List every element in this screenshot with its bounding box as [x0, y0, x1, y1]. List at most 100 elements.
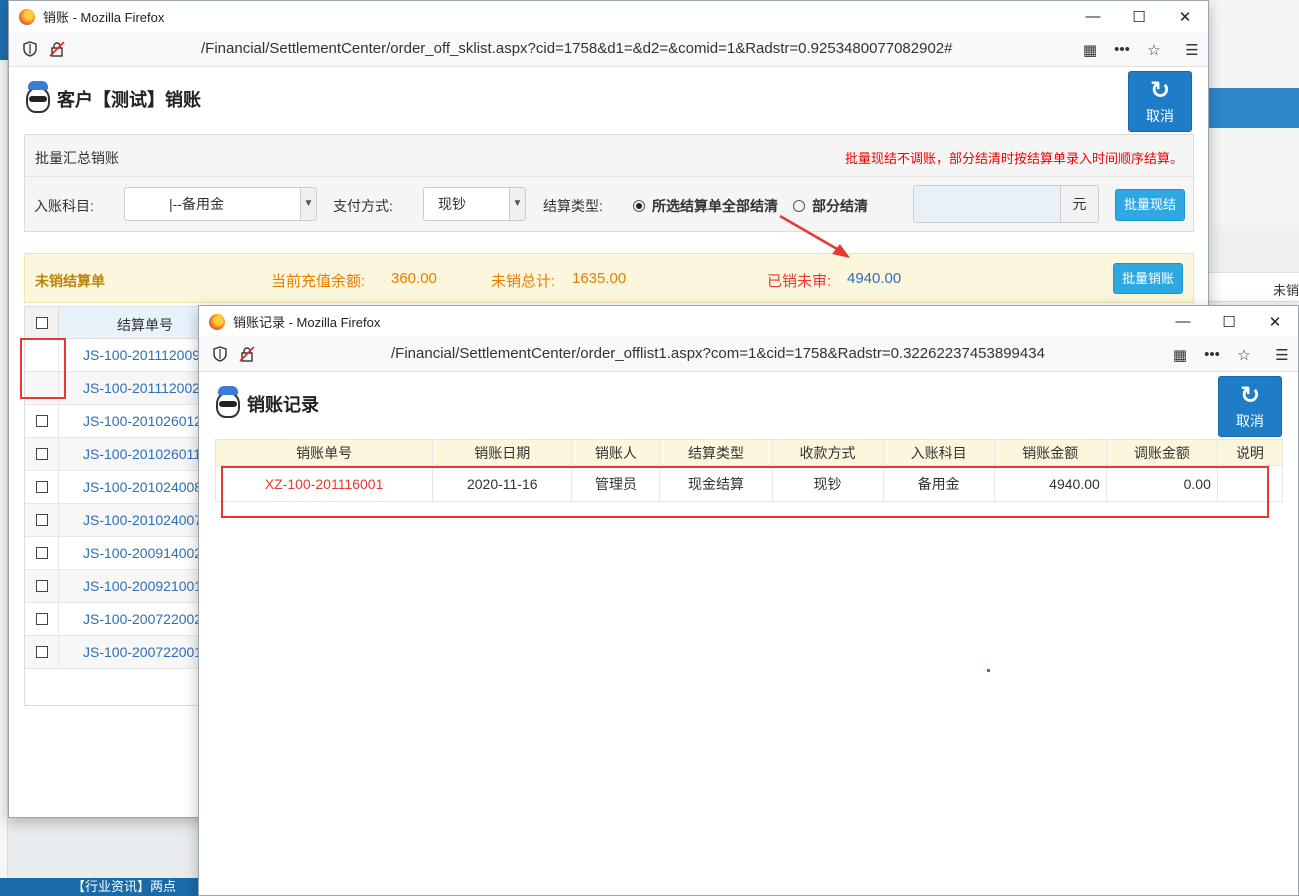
column-header: 销账单号	[214, 439, 434, 466]
popup-titlebar: 销账记录 - Mozilla Firefox — ☐ ✕	[199, 306, 1298, 337]
close-icon[interactable]: ✕	[1252, 306, 1298, 337]
row-checkbox[interactable]	[36, 580, 48, 592]
popup-navbar: /Financial/SettlementCenter/order_offlis…	[199, 337, 1298, 372]
bookmark-star-icon[interactable]: ☆	[1138, 41, 1170, 59]
more-icon[interactable]: •••	[1196, 346, 1228, 363]
row-checkbox[interactable]	[36, 613, 48, 625]
cancel-button[interactable]: ↻ 取消	[1128, 71, 1192, 132]
table-row: JS-100-200722001	[25, 636, 210, 669]
select-all-checkbox[interactable]	[36, 317, 48, 329]
column-header: 销账人	[571, 439, 661, 466]
settlement-number-link[interactable]: JS-100-200921001	[83, 578, 202, 594]
page-title: 客户【测试】销账	[23, 81, 201, 117]
amount-unit: 元	[1060, 186, 1098, 222]
maximize-icon[interactable]: ☐	[1116, 1, 1162, 32]
summary-bar: 未销结算单 当前充值余额: 360.00 未销总计: 1635.00 已销未审:…	[24, 253, 1194, 303]
popup-page-title: 销账记录	[213, 386, 319, 422]
red-dot	[987, 669, 990, 672]
balance-label: 当前充值余额:	[271, 273, 366, 290]
popup-cancel-button[interactable]: ↻ 取消	[1218, 376, 1282, 437]
minimize-icon[interactable]: —	[1070, 1, 1116, 32]
row-checkbox[interactable]	[36, 547, 48, 559]
window-controls: — ☐ ✕	[1070, 1, 1208, 32]
firefox-icon	[19, 8, 35, 25]
table-header: 结算单号	[25, 307, 210, 339]
shield-icon[interactable]	[23, 41, 37, 57]
settlement-number-link[interactable]: JS-100-201026012	[83, 413, 202, 429]
table-row: JS-100-200914002	[25, 537, 210, 570]
settlement-number-link[interactable]: JS-100-200722002	[83, 611, 202, 627]
row-checkbox[interactable]	[36, 646, 48, 658]
batch-writeoff-button[interactable]: 批量销账	[1113, 263, 1183, 294]
cow-logo-icon	[23, 81, 53, 117]
settlement-number-link[interactable]: JS-100-201024008	[83, 479, 202, 495]
radio-selected-icon	[633, 200, 645, 212]
maximize-icon[interactable]: ☐	[1206, 306, 1252, 337]
table-row: JS-100-201026012	[25, 405, 210, 438]
popup-window-title: 销账记录 - Mozilla Firefox	[233, 315, 381, 330]
qr-code-icon[interactable]: ▦	[1074, 41, 1106, 59]
payment-select[interactable]: 现钞 ▼	[423, 187, 526, 221]
insecure-lock-icon[interactable]	[239, 346, 255, 362]
header-number: 结算单号	[117, 317, 173, 333]
table-row: JS-100-200921001	[25, 570, 210, 603]
batch-cash-button[interactable]: 批量现结	[1115, 189, 1185, 221]
column-header: 收款方式	[771, 439, 884, 466]
more-icon[interactable]: •••	[1106, 41, 1138, 58]
menu-icon[interactable]: ☰	[1266, 346, 1298, 364]
qr-code-icon[interactable]: ▦	[1164, 346, 1196, 364]
settlement-number-link[interactable]: JS-100-201112009	[83, 347, 200, 363]
undo-icon: ↻	[1149, 77, 1171, 104]
account-label: 入账科目:	[34, 198, 94, 214]
unsettled-heading: 未销结算单	[35, 273, 105, 289]
account-select[interactable]: |--备用金 ▼	[124, 187, 317, 221]
popup-browser-window: 销账记录 - Mozilla Firefox — ☐ ✕ /Financial/…	[198, 305, 1299, 896]
row-checkbox[interactable]	[36, 448, 48, 460]
firefox-icon	[209, 313, 225, 330]
popup-page-title-text: 销账记录	[247, 395, 319, 415]
shield-icon[interactable]	[213, 346, 227, 362]
window-controls: — ☐ ✕	[1160, 306, 1298, 337]
cow-logo-icon	[213, 386, 243, 422]
amount-input[interactable]: 元	[913, 185, 1099, 223]
column-header: 调账金额	[1105, 439, 1218, 466]
row-checkbox[interactable]	[36, 415, 48, 427]
bookmark-star-icon[interactable]: ☆	[1228, 346, 1260, 364]
menu-icon[interactable]: ☰	[1176, 41, 1208, 59]
batch-panel: 批量汇总销账 批量现结不调账，部分结清时按结算单录入时间顺序结算。 入账科目: …	[24, 134, 1194, 232]
table-row: JS-100-201024008	[25, 471, 210, 504]
background-app-left	[0, 0, 8, 896]
balance-value: 360.00	[391, 270, 437, 287]
background-column-header: 未销	[1272, 283, 1299, 298]
settlement-number-link[interactable]: JS-100-200914002	[83, 545, 202, 561]
settlement-number-link[interactable]: JS-100-201112002	[83, 380, 200, 396]
batch-notice: 批量现结不调账，部分结清时按结算单录入时间顺序结算。	[844, 151, 1183, 166]
settlement-number-link[interactable]: JS-100-201026011	[83, 446, 201, 462]
url-bar[interactable]: /Financial/SettlementCenter/order_off_sk…	[201, 40, 953, 57]
main-navbar: /Financial/SettlementCenter/order_off_sk…	[9, 32, 1208, 67]
record-table-header: 销账单号 销账日期 销账人 结算类型 收款方式 入账科目 销账金额 调账金额 说明	[214, 439, 1284, 466]
column-header: 结算类型	[659, 439, 773, 466]
background-app-right: 未销	[1209, 0, 1299, 305]
popup-url-bar[interactable]: /Financial/SettlementCenter/order_offlis…	[391, 345, 1045, 362]
settle-type-label: 结算类型:	[543, 198, 603, 214]
settled-unreviewed-value: 4940.00	[847, 270, 902, 287]
column-header: 说明	[1216, 439, 1284, 466]
main-titlebar: 销账 - Mozilla Firefox — ☐ ✕	[9, 1, 1208, 32]
row-checkbox[interactable]	[36, 481, 48, 493]
background-news-ticker[interactable]: 【行业资讯】两点	[0, 878, 200, 896]
row-checkbox[interactable]	[36, 514, 48, 526]
settlement-number-link[interactable]: JS-100-200722001	[83, 644, 202, 660]
unsettled-total-value: 1635.00	[572, 270, 627, 287]
undo-icon: ↻	[1239, 382, 1261, 409]
column-header: 销账日期	[432, 439, 573, 466]
column-header: 销账金额	[993, 439, 1107, 466]
insecure-lock-icon[interactable]	[49, 41, 65, 57]
settled-unreviewed-label: 已销未审:	[767, 273, 832, 290]
table-row: JS-100-201026011	[25, 438, 210, 471]
radio-settle-all[interactable]: 所选结算单全部结清	[633, 196, 778, 216]
minimize-icon[interactable]: —	[1160, 306, 1206, 337]
close-icon[interactable]: ✕	[1162, 1, 1208, 32]
main-window-title: 销账 - Mozilla Firefox	[43, 10, 165, 25]
settlement-number-link[interactable]: JS-100-201024007	[83, 512, 202, 528]
